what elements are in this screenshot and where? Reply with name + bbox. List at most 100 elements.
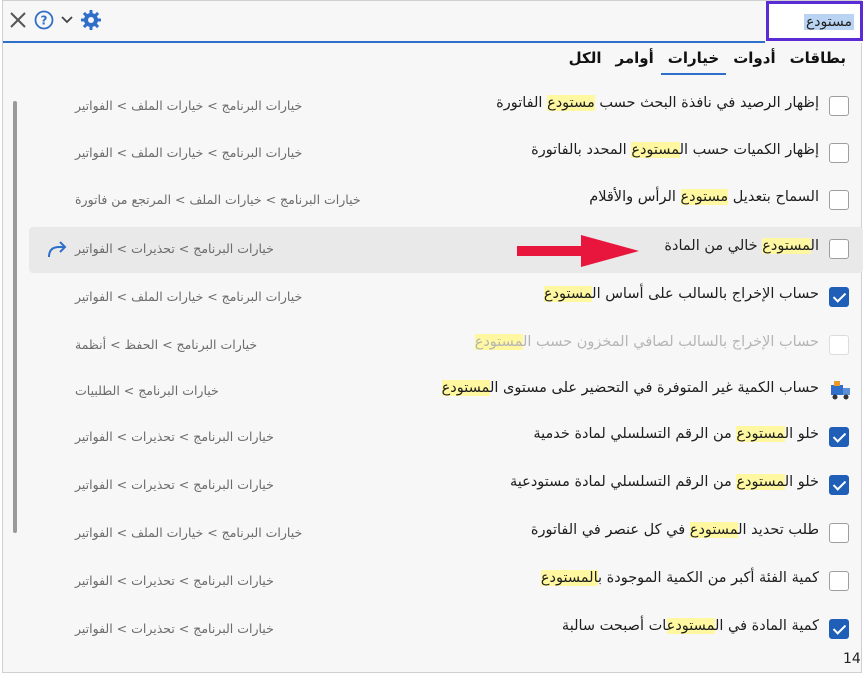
option-path: خيارات البرنامج > تحذيرات > الفواتير bbox=[75, 477, 274, 492]
search-highlight: مستودع bbox=[543, 286, 593, 302]
option-label-pre: خلو ال bbox=[784, 426, 819, 442]
option-label-pre: ال bbox=[810, 238, 819, 254]
option-path: خيارات البرنامج > تحذيرات > الفواتير bbox=[75, 429, 274, 444]
option-path: خيارات البرنامج > خيارات الملف > الفواتي… bbox=[75, 145, 303, 160]
gear-icon[interactable] bbox=[79, 9, 103, 31]
option-label-pre: السماح بتعديل bbox=[728, 189, 819, 205]
list-item[interactable]: طلب تحديد المستودع في كل عنصر في الفاتور… bbox=[29, 511, 863, 557]
option-label-pre: إظهار الرصيد في نافذة البحث حسب bbox=[594, 95, 819, 111]
truck-icon bbox=[829, 379, 853, 403]
option-path: خيارات البرنامج > تحذيرات > الفواتير bbox=[75, 621, 274, 636]
option-label-pre: طلب تحديد ال bbox=[738, 522, 819, 538]
option-checkbox[interactable] bbox=[829, 571, 849, 591]
tab-options[interactable]: خيارات bbox=[660, 47, 727, 75]
redo-arrow-icon[interactable] bbox=[45, 239, 69, 265]
option-label-post: من الرقم التسلسلي لمادة خدمية bbox=[533, 426, 737, 442]
list-item[interactable]: المستودع خالي من المادة خيارات البرنامج >… bbox=[29, 227, 863, 273]
option-label-post: ات أصبحت سالبة bbox=[561, 618, 667, 634]
search-highlight: مستودع bbox=[680, 189, 729, 205]
option-checkbox[interactable] bbox=[829, 96, 849, 116]
option-checkbox[interactable] bbox=[829, 287, 849, 307]
option-checkbox[interactable] bbox=[829, 143, 849, 163]
list-item[interactable]: حساب الإخراج بالسالب لصافي المخزون حسب ا… bbox=[29, 323, 863, 369]
option-label-pre: حساب الإخراج بالسالب لصافي المخزون حسب ا… bbox=[522, 334, 819, 350]
option-label: إظهار الرصيد في نافذة البحث حسب مستودع ا… bbox=[496, 95, 819, 111]
search-query[interactable]: مستودع bbox=[803, 14, 854, 30]
chevron-down-icon[interactable] bbox=[59, 9, 75, 31]
search-highlight: مستودع bbox=[441, 380, 490, 396]
toolbar-divider bbox=[3, 41, 765, 43]
search-highlight: مستودع bbox=[631, 142, 680, 158]
option-label-post: في كل عنصر في الفاتورة bbox=[530, 522, 690, 538]
option-label: كمية المادة في المستودعات أصبحت سالبة bbox=[562, 618, 819, 634]
option-label-pre: كمية الفئة أكبر من الكمية الموجودة ب bbox=[598, 570, 819, 586]
tab-tools[interactable]: أدوات bbox=[726, 47, 782, 75]
option-label-pre: حساب الإخراج بالسالب على أساس ال bbox=[592, 286, 819, 302]
result-count: 14 bbox=[843, 651, 861, 667]
search-highlight: مستودع bbox=[689, 522, 739, 538]
option-checkbox[interactable] bbox=[829, 475, 849, 495]
list-item[interactable]: حساب الكمية غير المتوفرة في التحضير على … bbox=[29, 369, 863, 415]
list-item[interactable]: كمية الفئة أكبر من الكمية الموجودة بالمس… bbox=[29, 559, 863, 605]
option-label: حساب الإخراج بالسالب لصافي المخزون حسب ا… bbox=[474, 334, 819, 350]
search-highlight: مستودع bbox=[666, 618, 715, 634]
tab-all[interactable]: الكل bbox=[562, 47, 609, 75]
option-label-post: الرأس والأقلام bbox=[589, 189, 681, 205]
option-checkbox[interactable] bbox=[829, 190, 849, 210]
close-icon[interactable] bbox=[7, 9, 29, 31]
option-label: السماح بتعديل مستودع الرأس والأقلام bbox=[589, 189, 819, 205]
option-label: خلو المستودع من الرقم التسلسلي لمادة خدم… bbox=[533, 426, 819, 442]
option-path: خيارات البرنامج > خيارات الملف > المرتجع… bbox=[75, 192, 361, 207]
scrollbar[interactable] bbox=[13, 101, 17, 533]
search-results-panel: ? مستودع الكل أوامر خيارات أدوات بطاقات … bbox=[2, 0, 863, 673]
annotation-arrow bbox=[517, 235, 641, 271]
list-item[interactable]: حساب الإخراج بالسالب على أساس المستودع خي… bbox=[29, 275, 863, 321]
search-highlight: مستودع bbox=[474, 334, 523, 350]
option-checkbox[interactable] bbox=[829, 523, 849, 543]
search-highlight: مستودع bbox=[547, 95, 595, 111]
option-checkbox[interactable] bbox=[829, 427, 849, 447]
option-checkbox[interactable] bbox=[829, 619, 849, 639]
list-item[interactable]: السماح بتعديل مستودع الرأس والأقلام خيارا… bbox=[29, 178, 863, 224]
option-label: المستودع خالي من المادة bbox=[664, 238, 819, 254]
option-label: حساب الإخراج بالسالب على أساس المستودع bbox=[543, 286, 819, 302]
list-item[interactable]: إظهار الرصيد في نافذة البحث حسب مستودع ا… bbox=[29, 84, 863, 130]
svg-text:?: ? bbox=[41, 14, 48, 28]
option-label-post: من الرقم التسلسلي لمادة مستودعية bbox=[510, 474, 737, 490]
option-label-pre: حساب الكمية غير المتوفرة في التحضير على … bbox=[489, 380, 819, 396]
toolbar: ? مستودع bbox=[3, 1, 863, 43]
option-path: خيارات البرنامج > تحذيرات > الفواتير bbox=[75, 241, 274, 256]
list-item[interactable]: إظهار الكميات حسب المستودع المحدد بالفات… bbox=[29, 131, 863, 177]
list-item[interactable]: خلو المستودع من الرقم التسلسلي لمادة مست… bbox=[29, 463, 863, 509]
option-path: خيارات البرنامج > خيارات الملف > الفواتي… bbox=[75, 289, 303, 304]
option-label: كمية الفئة أكبر من الكمية الموجودة بالمس… bbox=[540, 570, 819, 586]
search-highlight: مستودع bbox=[736, 426, 785, 442]
option-label: إظهار الكميات حسب المستودع المحدد بالفات… bbox=[531, 142, 819, 158]
option-label-post: الفاتورة bbox=[496, 95, 548, 111]
search-highlight: مستودع bbox=[736, 474, 785, 490]
tab-commands[interactable]: أوامر bbox=[609, 47, 661, 75]
option-label-post: المحدد بالفاتورة bbox=[531, 142, 632, 158]
tab-cards[interactable]: بطاقات bbox=[783, 47, 853, 75]
list-item[interactable]: كمية المادة في المستودعات أصبحت سالبة خيا… bbox=[29, 607, 863, 653]
option-label: خلو المستودع من الرقم التسلسلي لمادة مست… bbox=[510, 474, 819, 490]
option-path: خيارات البرنامج > الطلبيات bbox=[75, 383, 219, 398]
option-label-post: خالي من المادة bbox=[664, 238, 763, 254]
option-path: خيارات البرنامج > خيارات الملف > الفواتي… bbox=[75, 525, 303, 540]
search-input[interactable]: مستودع bbox=[766, 1, 863, 41]
option-label: حساب الكمية غير المتوفرة في التحضير على … bbox=[441, 380, 819, 396]
option-path: خيارات البرنامج > الحفظ > أنظمة bbox=[75, 337, 258, 352]
option-path: خيارات البرنامج > تحذيرات > الفواتير bbox=[75, 573, 274, 588]
list-item[interactable]: خلو المستودع من الرقم التسلسلي لمادة خدم… bbox=[29, 415, 863, 461]
search-highlight: مستودع bbox=[762, 238, 811, 254]
option-label-pre: كمية المادة في ال bbox=[714, 618, 819, 634]
filter-tabs: الكل أوامر خيارات أدوات بطاقات bbox=[562, 47, 853, 75]
option-path: خيارات البرنامج > خيارات الملف > الفواتي… bbox=[75, 98, 303, 113]
option-checkbox[interactable] bbox=[829, 239, 849, 259]
option-label: طلب تحديد المستودع في كل عنصر في الفاتور… bbox=[531, 522, 819, 538]
option-label-pre: خلو ال bbox=[784, 474, 819, 490]
option-checkbox bbox=[829, 335, 849, 355]
option-label-pre: إظهار الكميات حسب ال bbox=[679, 142, 819, 158]
help-icon[interactable]: ? bbox=[33, 9, 55, 31]
search-highlight: المستودع bbox=[540, 570, 599, 586]
